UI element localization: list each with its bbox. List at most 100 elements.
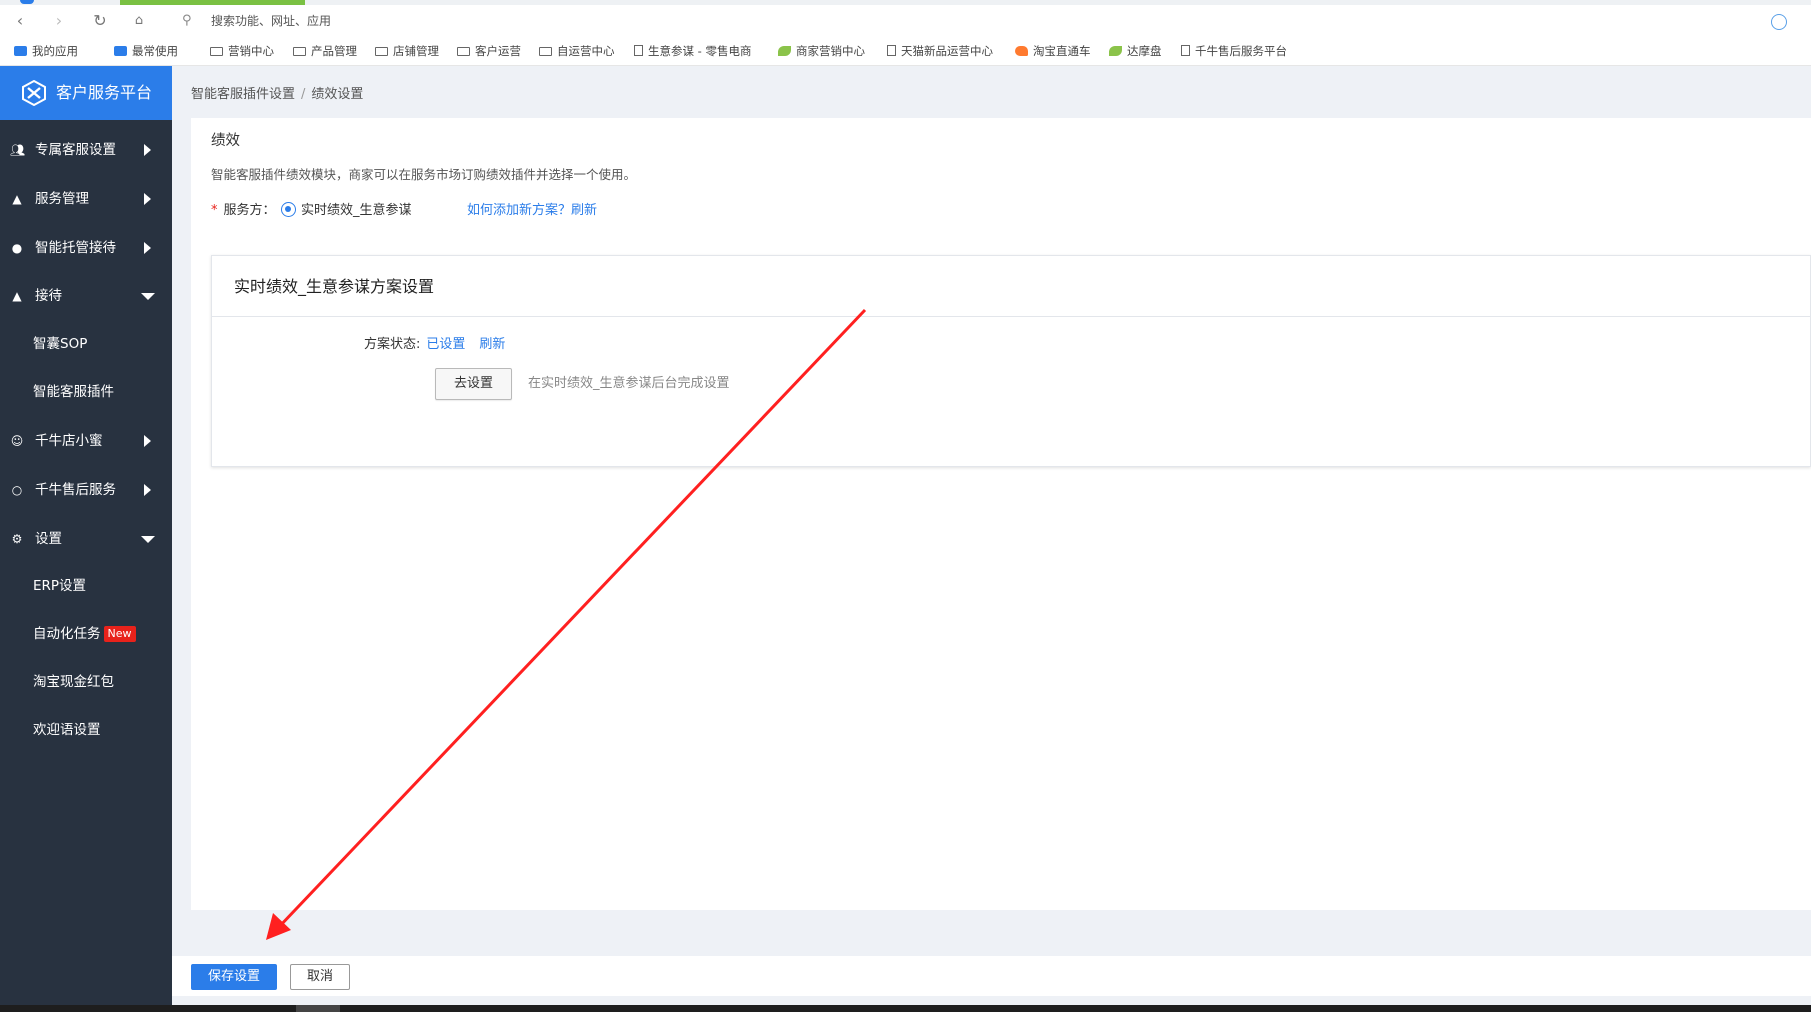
folder-icon: [457, 47, 470, 56]
sidebar-item-after-sales[interactable]: ○ 千牛售后服务: [0, 470, 172, 510]
app-box-icon: [114, 46, 127, 56]
goto-settings-hint: 在实时绩效_生意参谋后台完成设置: [528, 376, 730, 391]
bookmark-item[interactable]: 天猫新品运营中心: [887, 40, 993, 62]
bookmark-item[interactable]: 产品管理: [293, 40, 357, 62]
main-area: 智能客服插件设置 / 绩效设置 绩效 智能客服插件绩效模块，商家可以在服务市场订购绩…: [172, 66, 1811, 1012]
bookmark-item[interactable]: 千牛售后服务平台: [1181, 40, 1287, 62]
active-tab-edge[interactable]: [20, 0, 34, 4]
bookmark-item[interactable]: 商家营销中心: [778, 40, 865, 62]
bookmark-item[interactable]: 客户运营: [457, 40, 521, 62]
sidebar-item-label: 千牛售后服务: [35, 482, 116, 498]
sidebar-item-reception[interactable]: ▲ 接待: [0, 276, 172, 316]
sidebar-subitem-label: ERP设置: [33, 578, 87, 594]
sidebar-item-dedicated-service[interactable]: 👥︎ 专属客服设置: [0, 130, 172, 170]
home-icon[interactable]: ⌂: [128, 10, 150, 32]
folder-icon: [210, 47, 223, 56]
bookmark-item[interactable]: 生意参谋 - 零售电商: [634, 40, 762, 62]
folder-icon: [539, 47, 552, 56]
new-badge: New: [103, 626, 136, 642]
sidebar: 客户服务平台 👥︎ 专属客服设置 ▲ 服务管理 ● 智能托管接待 ▲ 接待 智囊…: [0, 66, 172, 1012]
sidebar-item-smart-hosting[interactable]: ● 智能托管接待: [0, 228, 172, 268]
chevron-right-icon: [144, 484, 151, 496]
forward-icon[interactable]: ›: [48, 10, 70, 32]
reload-icon[interactable]: ↻: [89, 10, 111, 32]
brand-header[interactable]: 客户服务平台: [0, 66, 172, 120]
plan-settings-card: 实时绩效_生意参谋方案设置 方案状态: 已设置 刷新 去设置 在实时绩效_生意参谋后…: [211, 255, 1811, 467]
provider-option-label: 实时绩效_生意参谋: [301, 203, 412, 218]
page-icon: [887, 45, 896, 56]
radio-selected-icon[interactable]: [281, 202, 296, 217]
bookmark-item[interactable]: 达摩盘: [1109, 40, 1162, 62]
provider-row: * 服务方： 实时绩效_生意参谋 如何添加新方案？刷新: [211, 199, 597, 223]
sidebar-item-label: 服务管理: [35, 191, 89, 207]
goto-settings-button[interactable]: 去设置: [435, 368, 512, 400]
sidebar-subitem-sop[interactable]: 智囊SOP: [0, 324, 172, 364]
cancel-button[interactable]: 取消: [290, 964, 350, 990]
chevron-right-icon: [144, 144, 151, 156]
breadcrumb-parent[interactable]: 智能客服插件设置: [191, 87, 295, 102]
sidebar-subitem-label: 自动化任务: [33, 626, 101, 642]
refresh-link[interactable]: 刷新: [571, 203, 597, 218]
chevron-down-icon: [141, 293, 155, 300]
sidebar-item-qianniu-assistant[interactable]: ☺ 千牛店小蜜: [0, 421, 172, 461]
folder-icon: [293, 47, 306, 56]
sidebar-subitem-label: 淘宝现金红包: [33, 674, 114, 690]
save-settings-button[interactable]: 保存设置: [191, 964, 277, 990]
brand-title: 客户服务平台: [56, 83, 153, 102]
sidebar-subitem-red-packet[interactable]: 淘宝现金红包: [0, 662, 172, 702]
plan-title: 实时绩效_生意参谋方案设置: [234, 277, 435, 296]
bookmark-item[interactable]: 我的应用: [14, 40, 78, 62]
address-bar-input[interactable]: 搜索功能、网址、应用: [211, 10, 331, 32]
sidebar-subitem-smart-plugin[interactable]: 智能客服插件: [0, 372, 172, 412]
shield-icon: ○: [11, 483, 23, 497]
sidebar-subitem-label: 欢迎语设置: [33, 722, 101, 738]
chevron-down-icon: [141, 536, 155, 543]
bookmark-item[interactable]: 营销中心: [210, 40, 274, 62]
headset-icon: ●: [11, 241, 23, 255]
plan-refresh-link[interactable]: 刷新: [479, 337, 505, 352]
footer-action-bar: 保存设置 取消: [172, 956, 1811, 996]
bookmark-item[interactable]: 淘宝直通车: [1015, 40, 1091, 62]
chevron-right-icon: [144, 242, 151, 254]
page-icon: [1181, 45, 1190, 56]
taskbar-strip: [0, 1005, 1811, 1012]
sidebar-item-label: 接待: [35, 288, 62, 304]
bookmark-item[interactable]: 店铺管理: [375, 40, 439, 62]
people-icon: 👥︎: [10, 143, 26, 157]
profile-icon[interactable]: [1771, 14, 1787, 30]
taskbar-item[interactable]: [296, 1005, 340, 1012]
sidebar-subitem-label: 智能客服插件: [33, 384, 114, 400]
chevron-right-icon: [144, 435, 151, 447]
breadcrumb: 智能客服插件设置 / 绩效设置: [191, 85, 363, 105]
sidebar-item-service-management[interactable]: ▲ 服务管理: [0, 179, 172, 219]
section-description: 智能客服插件绩效模块，商家可以在服务市场订购绩效插件并选择一个使用。: [211, 167, 637, 182]
people-icon: ▲: [12, 289, 22, 303]
provider-radio-option[interactable]: 实时绩效_生意参谋: [281, 199, 412, 223]
back-icon[interactable]: ‹: [9, 10, 31, 32]
plan-status-link[interactable]: 已设置: [426, 337, 465, 352]
bell-icon: ▲: [12, 192, 22, 206]
performance-panel: 绩效 智能客服插件绩效模块，商家可以在服务市场订购绩效插件并选择一个使用。 * 服…: [191, 118, 1811, 910]
bookmarks-bar: 我的应用 最常使用 营销中心 产品管理 店铺管理 客户运营 自运营中心 生意参谋…: [0, 40, 1811, 62]
search-icon: ⚲: [182, 13, 192, 28]
section-title: 绩效: [211, 133, 240, 149]
breadcrumb-current: 绩效设置: [311, 87, 364, 102]
bookmark-item[interactable]: 最常使用: [114, 40, 178, 62]
plan-status-label: 方案状态:: [364, 337, 421, 352]
provider-label: 服务方：: [223, 203, 276, 218]
loading-progress-bar: [120, 0, 305, 5]
sidebar-subitem-welcome-message[interactable]: 欢迎语设置: [0, 710, 172, 750]
sidebar-subitem-automation[interactable]: 自动化任务 New: [0, 614, 172, 654]
required-mark: *: [211, 203, 218, 218]
sidebar-item-label: 专属客服设置: [35, 142, 116, 158]
plan-status-row: 方案状态: 已设置 刷新: [364, 335, 519, 355]
bookmark-item[interactable]: 自运营中心: [539, 40, 615, 62]
gear-icon: ⚙︎: [11, 532, 23, 546]
add-plan-help-link[interactable]: 如何添加新方案？: [467, 203, 571, 218]
robot-icon: ☺: [10, 434, 24, 448]
folder-icon: [375, 47, 388, 56]
chevron-right-icon: [144, 193, 151, 205]
page-icon: [634, 45, 643, 56]
sidebar-item-settings[interactable]: ⚙︎ 设置: [0, 519, 172, 559]
sidebar-subitem-erp[interactable]: ERP设置: [0, 566, 172, 606]
